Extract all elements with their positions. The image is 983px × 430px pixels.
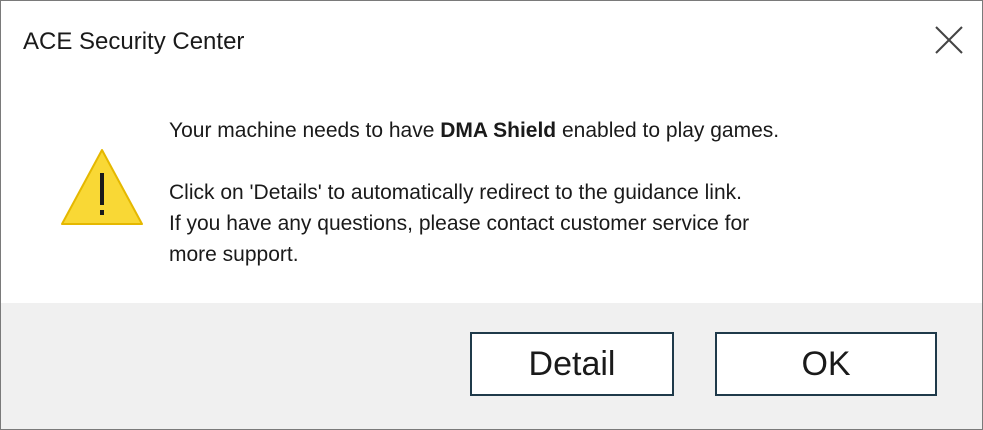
message-line-4: more support. [169,243,299,266]
dialog-footer: Detail OK [1,303,982,429]
detail-button[interactable]: Detail [470,332,674,396]
message-line-2: Click on 'Details' to automatically redi… [169,181,742,204]
message-text: Your machine needs to have DMA Shield en… [169,115,929,270]
security-dialog: ACE Security Center Your machine needs t… [0,0,983,430]
ok-button[interactable]: OK [715,332,937,396]
close-button[interactable] [926,17,972,63]
dialog-content: Your machine needs to have DMA Shield en… [1,81,982,303]
title-bar: ACE Security Center [1,1,982,81]
dma-shield-label: DMA Shield [440,119,557,142]
dialog-title: ACE Security Center [23,28,245,55]
message-line-1: Your machine needs to have DMA Shield en… [169,119,780,142]
message-line-3: If you have any questions, please contac… [169,212,750,235]
warning-triangle-icon [61,149,143,225]
close-icon [935,26,963,54]
